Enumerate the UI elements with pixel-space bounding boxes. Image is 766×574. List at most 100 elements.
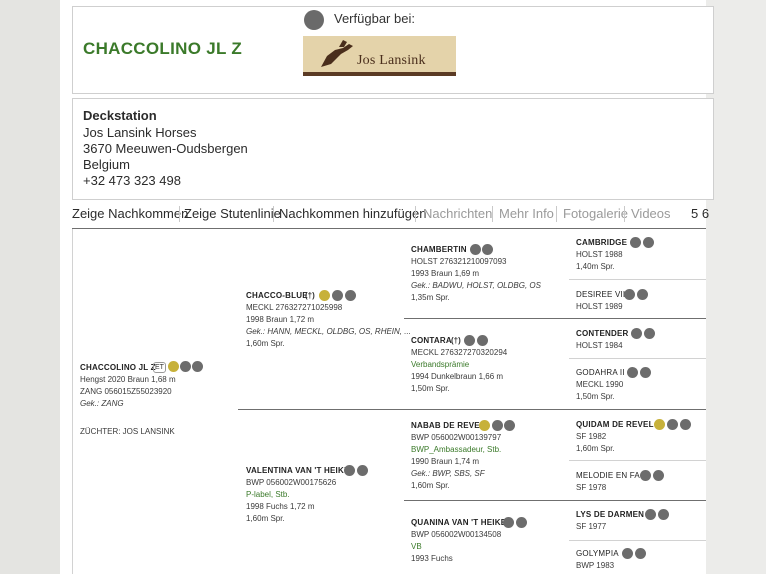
horse-name-dd[interactable]: QUANINA VAN 'T HEIKE: [411, 518, 506, 527]
nav-divider: [415, 206, 416, 222]
nav-overflow[interactable]: 5 6: [691, 206, 709, 221]
horse-name-dds[interactable]: LYS DE DARMEN: [576, 510, 644, 519]
et-badge: ET: [153, 362, 166, 373]
offspring-icon: [624, 289, 635, 300]
edit-icon[interactable]: [640, 367, 651, 378]
offspring-icon: [492, 420, 503, 431]
horse-name-ssd[interactable]: DESIREE VII: [576, 290, 625, 299]
ridden-icon: [319, 290, 330, 301]
nav-divider: [492, 206, 493, 222]
horse-line: 1993 Fuchs: [411, 554, 453, 563]
edit-icon[interactable]: [477, 335, 488, 346]
horse-line: 1,40m Spr.: [576, 262, 615, 271]
pedigree-top-border: [72, 228, 706, 229]
edit-icon[interactable]: [516, 517, 527, 528]
nav-videos[interactable]: Videos: [631, 206, 671, 221]
edit-icon[interactable]: [658, 509, 669, 520]
station-heading: Deckstation: [83, 108, 157, 123]
horse-line: BWP_Ambassadeur, Stb.: [411, 445, 502, 454]
horse-name-sire[interactable]: CHACCO-BLUE: [246, 291, 308, 300]
offspring-icon: [645, 509, 656, 520]
horse-line: 1990 Braun 1,74 m: [411, 457, 480, 466]
horse-line: 1,60m Spr.: [576, 444, 615, 453]
available-label: Verfügbar bei:: [334, 11, 415, 26]
edit-icon[interactable]: [357, 465, 368, 476]
pedigree-divider: [569, 279, 706, 280]
station-name: Jos Lansink Horses: [83, 125, 197, 140]
horse-name-ss[interactable]: CHAMBERTIN: [411, 245, 467, 254]
pedigree-divider: [569, 540, 706, 541]
pin-icon: [304, 10, 324, 30]
offspring-icon: [622, 548, 633, 559]
right-backdrop: [706, 0, 766, 574]
nav-more-info[interactable]: Mehr Info: [499, 206, 554, 221]
ridden-icon: [654, 419, 665, 430]
horse-name-dsd[interactable]: MELODIE EN FA: [576, 471, 640, 480]
edit-icon[interactable]: [680, 419, 691, 430]
horse-line: BWP 056002W00139797: [411, 433, 502, 442]
horse-line: HOLST 1989: [576, 302, 623, 311]
horse-line: SF 1982: [576, 432, 607, 441]
horse-line: Hengst 2020 Braun 1,68 m: [80, 375, 176, 384]
edit-icon[interactable]: [635, 548, 646, 559]
edit-icon[interactable]: [482, 244, 493, 255]
station-phone[interactable]: +32 473 323 498: [83, 173, 181, 188]
horse-line: 1,50m Spr.: [576, 392, 615, 401]
edit-icon[interactable]: [504, 420, 515, 431]
horse-line: HOLST 1984: [576, 341, 623, 350]
horse-line: P-label, Stb.: [246, 490, 290, 499]
deceased-marker: (†): [305, 291, 315, 300]
horse-line: 1,50m Spr.: [411, 384, 450, 393]
horse-line: Gek.: BADWU, HOLST, OLDBG, OS: [411, 281, 541, 290]
horse-name-ddd[interactable]: GOLYMPIA: [576, 549, 619, 558]
nav-offspring[interactable]: Zeige Nachkommen: [72, 206, 188, 221]
offspring-icon: [180, 361, 191, 372]
nav-add-offspring[interactable]: Nachkommen hinzufügen: [279, 206, 426, 221]
edit-icon[interactable]: [643, 237, 654, 248]
nav-messages[interactable]: Nachrichten: [423, 206, 492, 221]
offspring-icon: [630, 237, 641, 248]
edit-icon[interactable]: [345, 290, 356, 301]
nav-divider: [179, 206, 180, 222]
horse-name-ds[interactable]: NABAB DE REVE: [411, 421, 480, 430]
horse-line: 1998 Fuchs 1,72 m: [246, 502, 315, 511]
horse-line: MECKL 276327270320294: [411, 348, 508, 357]
horse-line: BWP 056002W00175626: [246, 478, 337, 487]
horse-line: 1,60m Spr.: [246, 339, 285, 348]
edit-icon[interactable]: [653, 470, 664, 481]
horse-name-sds[interactable]: CONTENDER: [576, 329, 628, 338]
horse-line: 1,60m Spr.: [246, 514, 285, 523]
edit-icon[interactable]: [637, 289, 648, 300]
horse-line: MECKL 276327271025998: [246, 303, 343, 312]
logo-text: Jos Lansink: [357, 53, 426, 68]
pedigree-divider: [404, 318, 706, 319]
offspring-icon: [344, 465, 355, 476]
horse-name-root[interactable]: CHACCOLINO JL Z: [80, 363, 156, 372]
pedigree-divider: [404, 500, 706, 501]
horse-line: HOLST 276321210097093: [411, 257, 507, 266]
nav-divider: [273, 206, 274, 222]
jos-lansink-logo[interactable]: Jos Lansink: [303, 36, 456, 76]
edit-icon[interactable]: [644, 328, 655, 339]
logo-bar: [303, 72, 456, 76]
horse-line: Gek.: ZANG: [80, 399, 124, 408]
nav-mare-line[interactable]: Zeige Stutenlinie: [184, 206, 281, 221]
nav-photos[interactable]: Fotogalerie: [563, 206, 628, 221]
offspring-icon: [631, 328, 642, 339]
horse-name-sd[interactable]: CONTARA: [411, 336, 452, 345]
nav-divider: [556, 206, 557, 222]
horse-name-dam[interactable]: VALENTINA VAN 'T HEIKE: [246, 466, 350, 475]
horse-line: VB: [411, 542, 422, 551]
horse-line: ZANG 056015Z55023920: [80, 387, 172, 396]
horse-line: BWP 1983: [576, 561, 615, 570]
horse-name-dss[interactable]: QUIDAM DE REVEL: [576, 420, 654, 429]
offspring-icon: [640, 470, 651, 481]
ridden-icon: [479, 420, 490, 431]
horse-line: Verbandsprämie: [411, 360, 470, 369]
pedigree-divider: [569, 358, 706, 359]
horse-name-sdd[interactable]: GODAHRA II: [576, 368, 625, 377]
horse-name-sss[interactable]: CAMBRIDGE: [576, 238, 627, 247]
edit-icon[interactable]: [192, 361, 203, 372]
horse-line: 1998 Braun 1,72 m: [246, 315, 315, 324]
page-title: CHACCOLINO JL Z: [83, 39, 243, 58]
